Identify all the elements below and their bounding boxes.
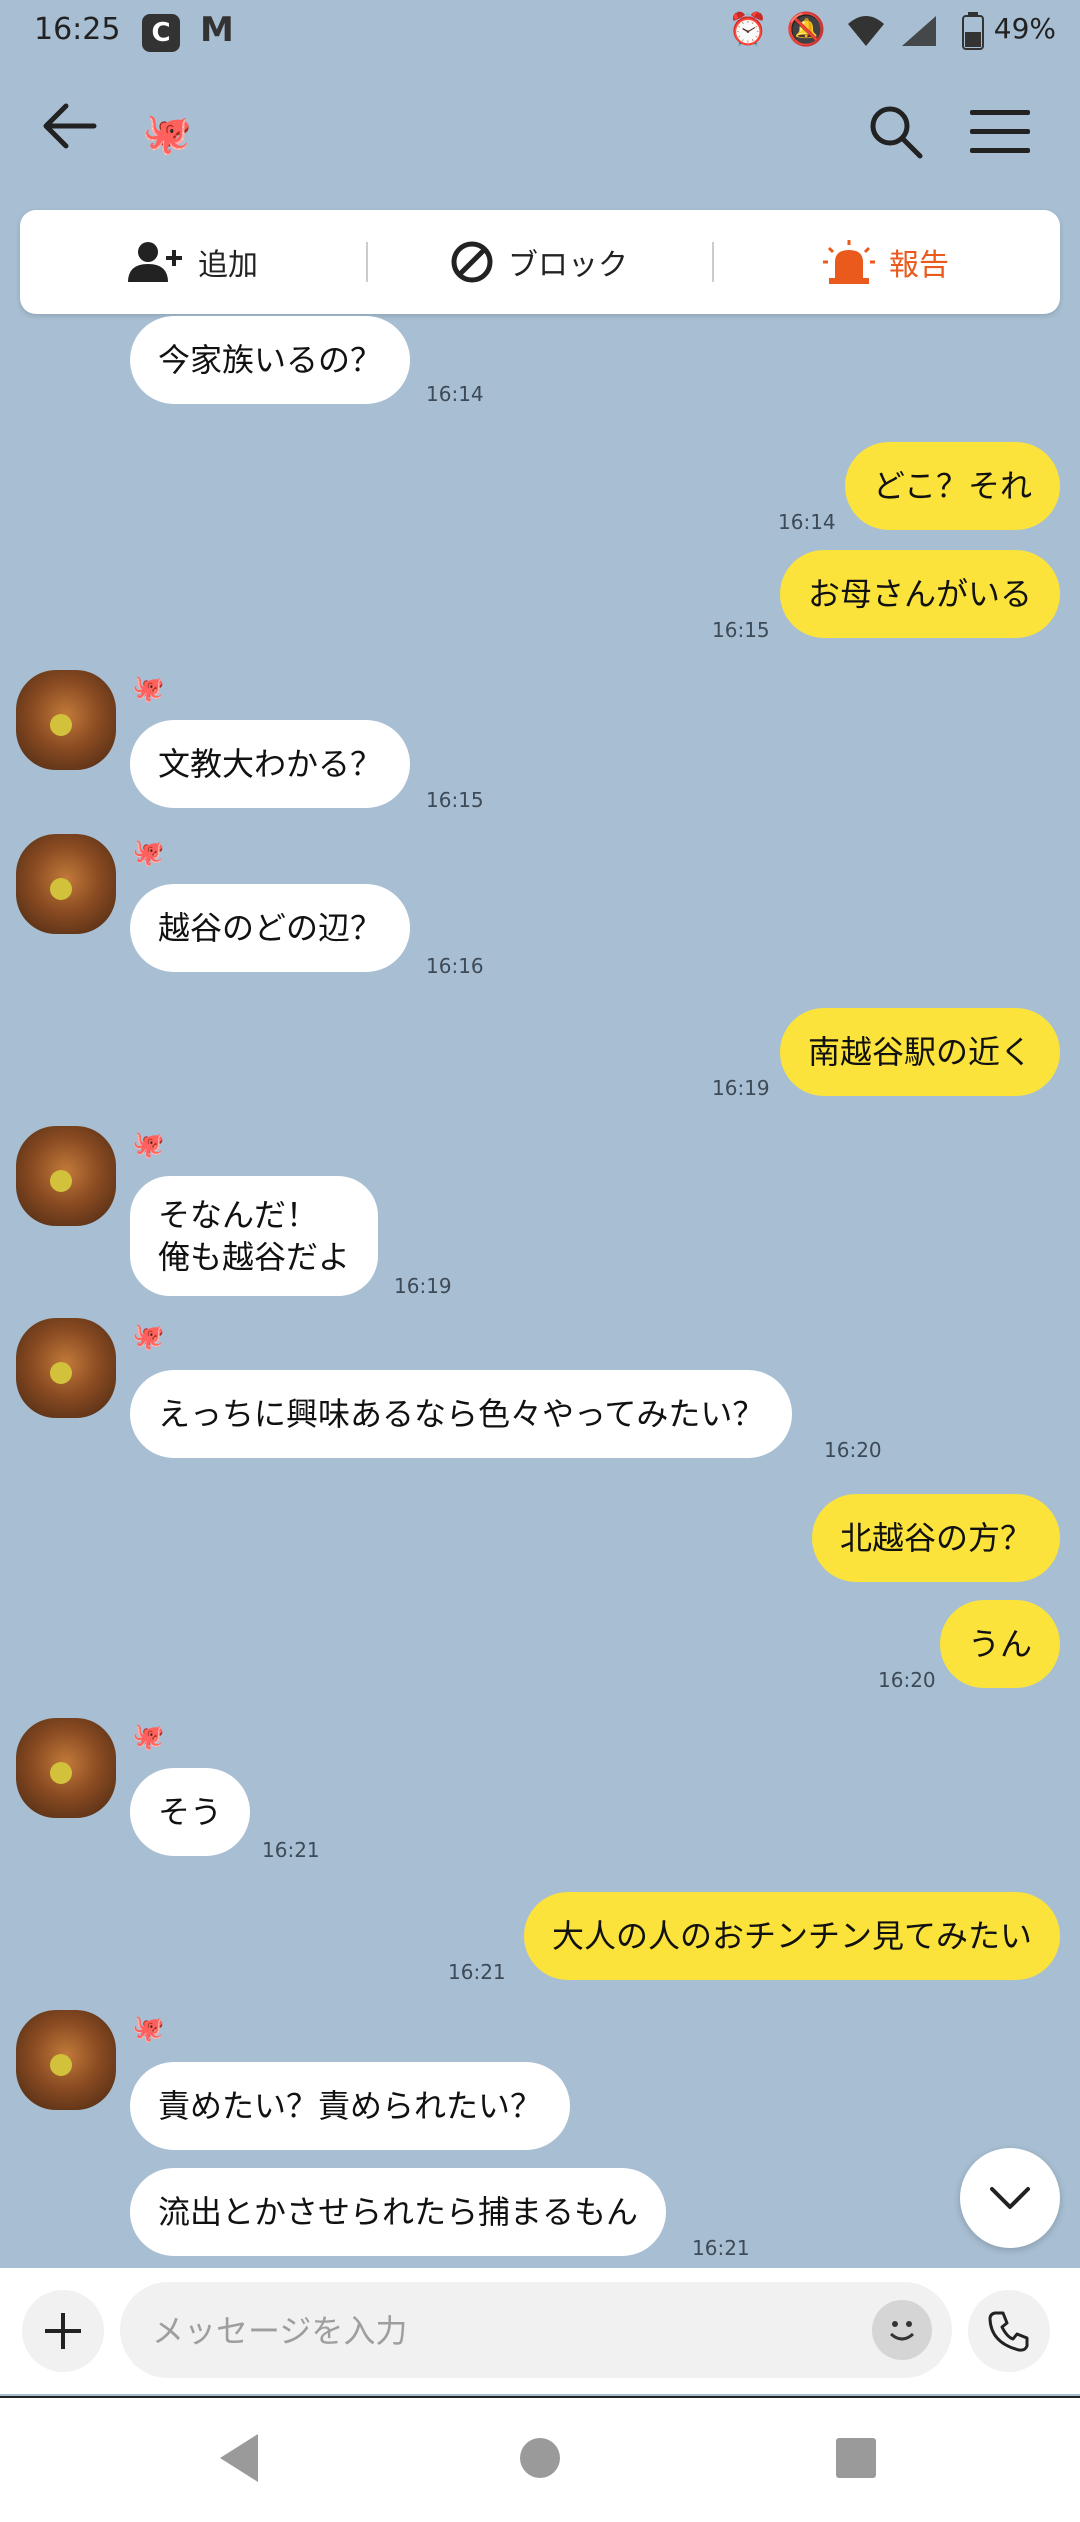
message-bubble-outgoing[interactable]: 大人の人のおチンチン見てみたい [523, 1892, 1060, 1980]
message-timestamp: 16:19 [712, 1076, 770, 1100]
call-button[interactable] [968, 2290, 1050, 2372]
message-input-bar [0, 2268, 1080, 2394]
message-bubble-outgoing[interactable]: どこ？それ [844, 442, 1060, 530]
attach-button[interactable] [22, 2290, 104, 2372]
sender-avatar[interactable] [16, 834, 116, 934]
message-bubble-incoming[interactable]: そう [130, 1768, 251, 1856]
message-bubble-incoming[interactable]: 責めたい？責められたい？ [130, 2062, 571, 2150]
add-user-icon [128, 242, 182, 282]
block-label: ブロック [508, 248, 628, 283]
message-bubble-incoming[interactable]: 越谷のどの辺？ [130, 884, 411, 972]
chat-title-avatar[interactable]: 🐙 [142, 110, 192, 157]
friend-actions-bar: 追加 ブロック 報告 [20, 210, 1060, 314]
nav-home-icon[interactable] [512, 2430, 568, 2486]
chevron-down-icon [990, 2187, 1030, 2209]
sender-avatar[interactable] [16, 2010, 116, 2110]
message-bubble-incoming[interactable]: 流出とかさせられたら捕まるもん [130, 2168, 667, 2256]
message-timestamp: 16:21 [692, 2236, 750, 2260]
search-button[interactable] [866, 102, 926, 162]
message-bubble-incoming[interactable]: 今家族いるの？ [130, 316, 411, 404]
battery-percent: 49% [993, 12, 1056, 45]
add-friend-button[interactable]: 追加 [20, 210, 366, 314]
message-bubble-incoming[interactable]: えっちに興味あるなら色々やってみたい？ [130, 1370, 793, 1458]
sender-avatar[interactable] [16, 1318, 116, 1418]
sender-avatar[interactable] [16, 1126, 116, 1226]
wifi-icon [848, 16, 884, 46]
sender-name: 🐙 [132, 2014, 165, 2044]
alarm-icon: ⏰ [728, 10, 768, 48]
back-button[interactable] [40, 102, 100, 162]
message-bubble-outgoing[interactable]: お母さんがいる [779, 550, 1060, 638]
message-bubble-outgoing[interactable]: うん [939, 1600, 1060, 1688]
report-label: 報告 [889, 248, 949, 283]
siren-icon [823, 240, 875, 284]
sender-name: 🐙 [132, 1722, 165, 1752]
menu-icon [970, 110, 1030, 115]
emoji-button[interactable] [872, 2300, 932, 2360]
signal-icon [902, 16, 936, 46]
sender-name: 🐙 [132, 674, 165, 704]
message-bubble-outgoing[interactable]: 南越谷駅の近く [779, 1008, 1060, 1096]
sender-name: 🐙 [132, 838, 165, 868]
mute-icon: 🔕 [786, 10, 826, 48]
phone-icon [988, 2311, 1029, 2352]
message-timestamp: 16:14 [426, 382, 484, 406]
block-button[interactable]: ブロック [366, 210, 712, 314]
arrow-left-icon [43, 103, 97, 149]
sender-name: 🐙 [132, 1130, 165, 1160]
battery-icon [962, 12, 984, 50]
report-button[interactable]: 報告 [712, 210, 1060, 314]
message-timestamp: 16:20 [878, 1668, 936, 1692]
message-input[interactable] [150, 2282, 874, 2380]
search-icon [870, 106, 923, 159]
message-timestamp: 16:20 [824, 1438, 882, 1462]
plus-icon [45, 2313, 81, 2349]
app-c-icon: C [142, 14, 180, 52]
sender-avatar[interactable] [16, 670, 116, 770]
add-label: 追加 [198, 248, 258, 283]
smiley-icon [889, 2321, 915, 2341]
message-timestamp: 16:15 [712, 618, 770, 642]
message-timestamp: 16:14 [778, 510, 836, 534]
message-bubble-incoming[interactable]: 文教大わかる？ [130, 720, 411, 808]
gmail-icon: M [200, 10, 234, 50]
message-timestamp: 16:19 [394, 1274, 452, 1298]
chat-header: 🐙 [0, 80, 1080, 190]
nav-recents-icon[interactable] [830, 2430, 882, 2486]
status-bar: 16:25 C M ⏰ 🔕 49% [0, 0, 1080, 64]
menu-button[interactable] [970, 110, 1030, 156]
scroll-to-bottom-button[interactable] [960, 2148, 1060, 2248]
message-bubble-outgoing[interactable]: 北越谷の方？ [811, 1494, 1060, 1582]
message-timestamp: 16:21 [262, 1838, 320, 1862]
block-icon [451, 241, 493, 283]
message-timestamp: 16:15 [426, 788, 484, 812]
message-timestamp: 16:21 [448, 1960, 506, 1984]
status-time: 16:25 [34, 12, 121, 47]
message-field-container [120, 2282, 952, 2380]
sender-avatar[interactable] [16, 1718, 116, 1818]
message-bubble-incoming[interactable]: そなんだ！ 俺も越谷だよ [130, 1176, 379, 1296]
sender-name: 🐙 [132, 1322, 165, 1352]
message-timestamp: 16:16 [426, 954, 484, 978]
nav-back-icon[interactable] [214, 2430, 264, 2486]
system-navigation-bar [0, 2396, 1080, 2522]
